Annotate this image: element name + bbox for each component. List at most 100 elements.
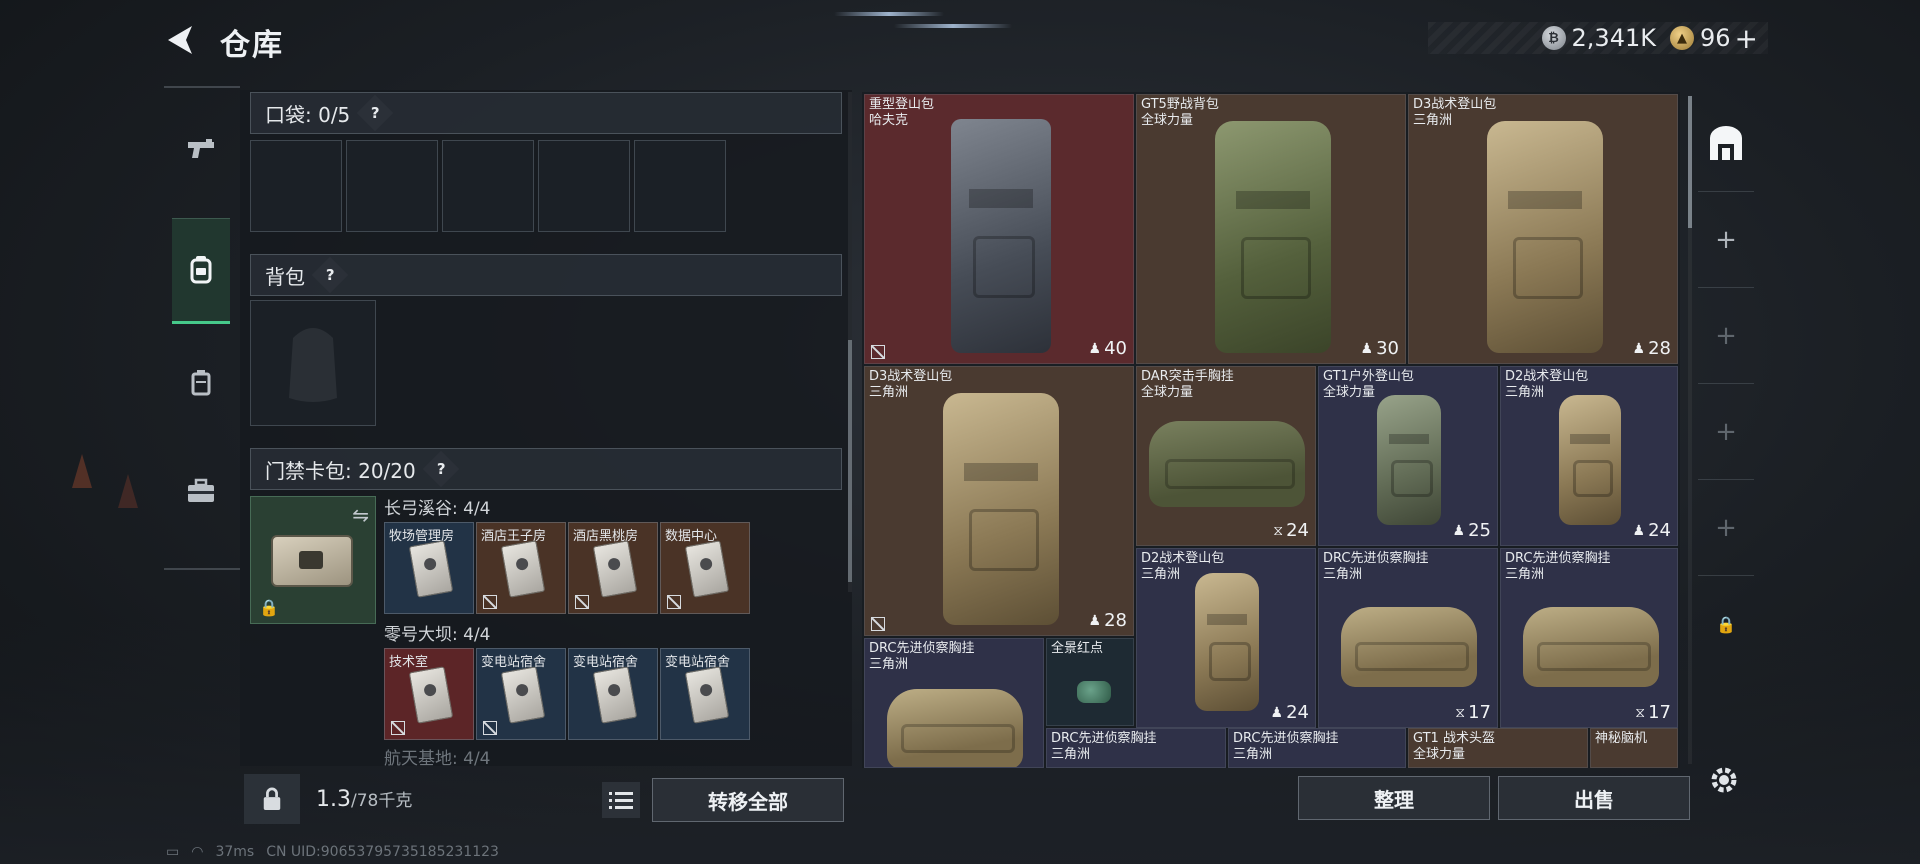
pocket-slot[interactable] xyxy=(346,140,438,232)
backpack-image xyxy=(1215,121,1331,353)
keycard-slot[interactable]: 变电站宿舍 xyxy=(476,648,566,740)
no-insure-icon xyxy=(483,721,497,735)
back-button[interactable] xyxy=(162,22,202,58)
pocket-slot[interactable] xyxy=(538,140,630,232)
page-title: 仓库 xyxy=(220,28,284,63)
storage-item[interactable]: GT1 战术头盔 全球力量 xyxy=(1408,728,1588,768)
back-arrow-icon xyxy=(168,26,192,54)
keycard-slot[interactable]: 变电站宿舍 xyxy=(568,648,658,740)
keycard-image xyxy=(500,666,546,724)
nav-weapons[interactable] xyxy=(172,96,230,202)
help-icon[interactable]: ? xyxy=(356,94,394,132)
storage-item[interactable]: 神秘脑机 xyxy=(1590,728,1678,768)
capacity-stat: ♟ 30 xyxy=(1360,338,1399,359)
plus-icon: + xyxy=(1715,320,1737,351)
help-icon[interactable]: ? xyxy=(311,256,349,294)
storage-item[interactable]: GT5野战背包 全球力量 ♟ 30 xyxy=(1136,94,1406,364)
capacity-icon: ♟ xyxy=(1632,522,1646,539)
currency-bar: ₿ 2,341K ▲ 96 + xyxy=(1428,22,1768,55)
vest-stat: ⧖ 17 xyxy=(1455,702,1491,723)
scrollbar-thumb[interactable] xyxy=(848,340,852,582)
backpack-header: 背包 ? xyxy=(250,254,842,296)
keycard-image xyxy=(408,666,454,724)
locked-page-tab[interactable]: 🔒 xyxy=(1698,576,1754,672)
capacity-icon: ♟ xyxy=(1632,340,1646,357)
traffic-cone xyxy=(72,454,92,488)
chest-rig-image xyxy=(1149,421,1305,507)
storage-item[interactable]: DRC先进侦察胸挂 三角洲 xyxy=(864,638,1044,768)
silver-currency: ₿ 2,341K xyxy=(1541,24,1656,52)
no-insure-icon xyxy=(391,721,405,735)
storage-item[interactable]: D3战术登山包 三角洲 ♟ 28 xyxy=(864,366,1134,636)
keycard-slot[interactable]: 牧场管理房 xyxy=(384,522,474,614)
storage-item[interactable]: DRC先进侦察胸挂 三角洲 ⧖ 17 xyxy=(1318,548,1498,728)
vest-icon: ⧖ xyxy=(1273,522,1284,539)
pocket-slot[interactable] xyxy=(442,140,534,232)
status-bar: ▭ ◠ 37ms CN UID:9065379573518523112​3 xyxy=(166,844,499,860)
sort-button[interactable]: 整理 xyxy=(1298,776,1490,820)
backpack-label: 背包 xyxy=(265,264,305,289)
add-page-tab[interactable]: + xyxy=(1698,480,1754,576)
category-nav xyxy=(164,86,240,570)
add-page-tab[interactable]: + xyxy=(1698,192,1754,288)
storage-item[interactable]: D3战术登山包 三角洲 ♟ 28 xyxy=(1408,94,1678,364)
nav-gear[interactable] xyxy=(172,218,230,324)
capacity-icon: ♟ xyxy=(1088,612,1102,629)
lock-icon xyxy=(263,787,281,810)
scrollbar-thumb[interactable] xyxy=(1688,96,1692,228)
nav-consumables[interactable] xyxy=(172,330,230,436)
backpack-slot[interactable] xyxy=(250,300,376,426)
storage-item[interactable]: DRC先进侦察胸挂 三角洲 ⧖ 17 xyxy=(1500,548,1678,728)
no-insure-icon xyxy=(483,595,497,609)
safe-box-icon xyxy=(1710,125,1742,160)
storage-item[interactable]: D2战术登山包 三角洲 ♟ 24 xyxy=(1500,366,1678,546)
add-page-tab[interactable]: + xyxy=(1698,384,1754,480)
swap-icon[interactable]: ⇋ xyxy=(352,503,369,527)
keycard-image xyxy=(684,540,730,598)
lock-icon: 🔒 xyxy=(259,598,279,617)
backpack-image xyxy=(943,393,1059,625)
keycard-slot[interactable]: 酒店黑桃房 xyxy=(568,522,658,614)
add-page-tab[interactable]: + xyxy=(1698,288,1754,384)
storage-item[interactable]: GT1户外登山包 全球力量 ♟ 25 xyxy=(1318,366,1498,546)
help-icon[interactable]: ? xyxy=(422,450,460,488)
safe-box-tab[interactable] xyxy=(1698,96,1754,192)
storage-item[interactable]: DAR突击手胸挂 全球力量 ⧖ 24 xyxy=(1136,366,1316,546)
nav-cases[interactable] xyxy=(172,438,230,544)
transfer-all-button[interactable]: 转移全部 xyxy=(652,778,844,822)
pocket-slot[interactable] xyxy=(250,140,342,232)
backpack-image xyxy=(1195,573,1259,711)
backpack-image xyxy=(1377,395,1441,525)
add-currency-icon[interactable]: + xyxy=(1735,22,1758,55)
storage-item[interactable]: D2战术登山包 三角洲 ♟ 24 xyxy=(1136,548,1316,728)
gold-currency[interactable]: ▲ 96 + xyxy=(1669,22,1758,55)
capacity-stat: ♟ 25 xyxy=(1452,520,1491,541)
pocket-slot[interactable] xyxy=(634,140,726,232)
storage-item[interactable]: 全景红点 xyxy=(1046,638,1134,726)
settings-button[interactable] xyxy=(1706,762,1742,798)
storage-item[interactable]: DRC先进侦察胸挂 三角洲 xyxy=(1228,728,1406,768)
storage-item[interactable]: DRC先进侦察胸挂 三角洲 xyxy=(1046,728,1226,768)
backpack-gear-icon xyxy=(190,256,212,284)
keycard-slot[interactable]: 变电站宿舍 xyxy=(660,648,750,740)
storage-item[interactable]: 重型登山包 哈夫克 ♟ 40 xyxy=(864,94,1134,364)
keycard-slot[interactable]: 数据中心 xyxy=(660,522,750,614)
briefcase-icon xyxy=(188,478,214,502)
list-icon xyxy=(609,792,633,809)
lock-button[interactable] xyxy=(244,774,300,824)
no-insure-icon xyxy=(871,345,885,359)
area-label: 长弓溪谷: 4/4 xyxy=(384,499,491,519)
keycard-slot[interactable]: 酒店王子房 xyxy=(476,522,566,614)
capacity-icon: ♟ xyxy=(1270,704,1284,721)
sell-button[interactable]: 出售 xyxy=(1498,776,1690,820)
keycard-image xyxy=(500,540,546,598)
wifi-icon: ◠ xyxy=(191,844,204,860)
keycard-slot[interactable]: 技术室 xyxy=(384,648,474,740)
keycase-slot[interactable]: ⇋ 🔒 xyxy=(250,496,376,624)
lock-icon: 🔒 xyxy=(1716,614,1736,634)
red-dot-sight-image xyxy=(1077,681,1111,703)
silver-coin-icon: ₿ xyxy=(1541,26,1566,50)
silver-amount: 2,341K xyxy=(1571,24,1656,52)
storage-grid: 重型登山包 哈夫克 ♟ 40 GT5野战背包 全球力量 ♟ 30 D3战术登山包 三角洲 … xyxy=(862,92,1680,768)
list-view-button[interactable] xyxy=(602,782,640,818)
